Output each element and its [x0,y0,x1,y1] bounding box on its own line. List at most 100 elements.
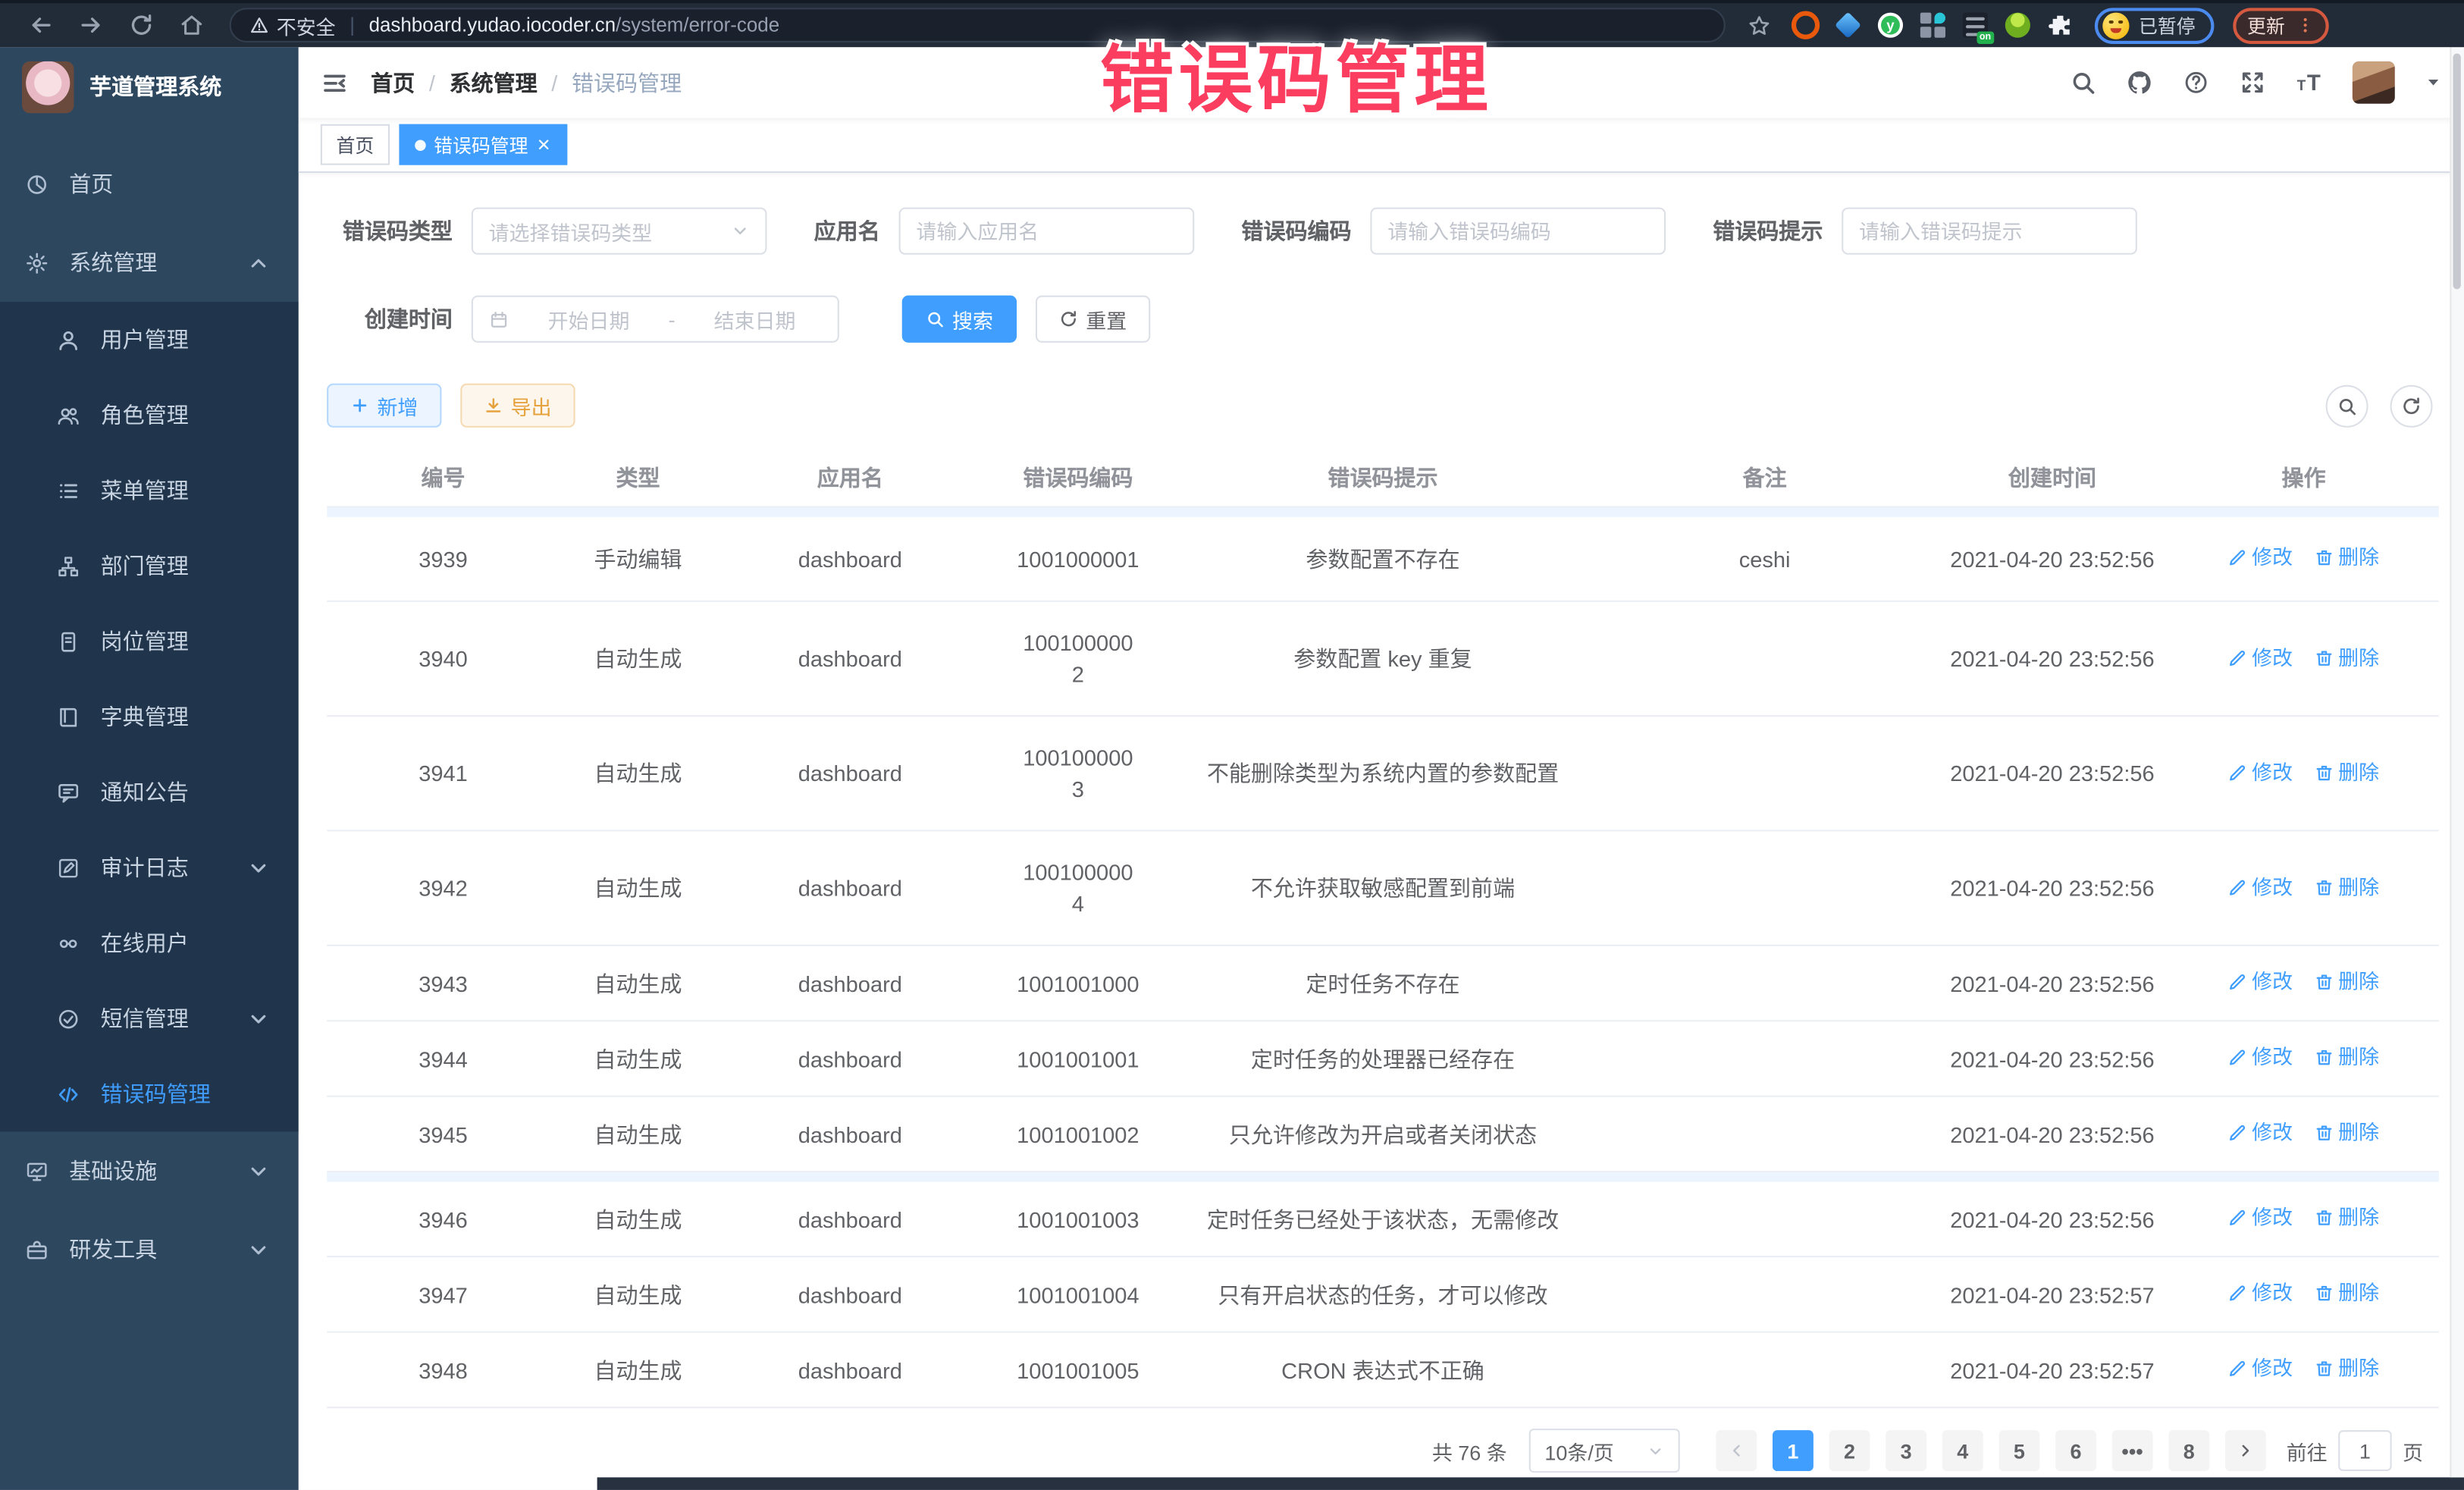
sidebar-item-menu[interactable]: 菜单管理 [0,453,299,528]
edit-icon [2228,548,2247,567]
extensions-puzzle-icon[interactable] [2048,13,2073,38]
gear-icon [25,251,49,274]
error-msg-input[interactable] [1842,208,2137,255]
sidebar-item-online[interactable]: 在线用户 [0,905,299,980]
site-security-warning[interactable]: 不安全 [250,10,336,39]
edit-link[interactable]: 修改 [2228,967,2293,998]
delete-link[interactable]: 删除 [2315,1278,2379,1309]
edit-link[interactable]: 修改 [2228,1042,2293,1073]
bookmark-star-icon[interactable] [1748,14,1771,37]
sidebar-collapse-icon[interactable] [321,68,349,96]
refresh-table-button[interactable] [2390,384,2433,427]
edit-link[interactable]: 修改 [2228,1278,2293,1309]
page-button-8[interactable]: 8 [2168,1430,2209,1471]
extension-grid-icon[interactable] [1920,13,1945,38]
date-range-picker[interactable]: 开始日期 - 结束日期 [472,296,839,343]
page-button-4[interactable]: 4 [1942,1430,1983,1471]
sidebar-item-error-code[interactable]: 错误码管理 [0,1056,299,1131]
browser-profile-chip[interactable]: 已暂停 [2095,7,2215,43]
start-date-placeholder[interactable]: 开始日期 [522,304,656,334]
tab-home[interactable]: 首页 [321,124,390,165]
reset-button[interactable]: 重置 [1036,296,1150,343]
delete-link[interactable]: 删除 [2315,642,2379,673]
export-button[interactable]: 导出 [460,384,575,428]
sidebar-item-dept[interactable]: 部门管理 [0,528,299,603]
edit-link[interactable]: 修改 [2228,542,2293,573]
edit-link[interactable]: 修改 [2228,1118,2293,1149]
fullscreen-icon[interactable] [2240,69,2266,96]
font-size-icon[interactable] [2296,69,2322,96]
filter-label-error-msg: 错误码提示 [1713,215,1842,246]
extension-person-icon[interactable] [2005,13,2030,38]
cell-type: 自动生成 [560,618,716,700]
page-scrollbar[interactable] [2450,47,2464,1477]
delete-link[interactable]: 删除 [2315,1118,2379,1149]
user-avatar[interactable] [2353,61,2395,104]
page-button-6[interactable]: 6 [2055,1430,2096,1471]
page-button-1[interactable]: 1 [1773,1430,1814,1471]
page-size-select[interactable]: 10条/页 [1529,1429,1680,1473]
address-bar[interactable]: 不安全 | dashboard.yudao.iocoder.cn/system/… [230,8,1726,42]
sidebar-item-home[interactable]: 首页 [0,145,299,224]
sidebar-item-notice[interactable]: 通知公告 [0,754,299,830]
sidebar-item-devtools[interactable]: 研发工具 [0,1210,299,1289]
toggle-search-button[interactable] [2326,384,2368,427]
breadcrumb-system[interactable]: 系统管理 [450,67,538,98]
prev-page-button[interactable] [1716,1430,1757,1471]
tab-error-code[interactable]: 错误码管理 [399,124,567,165]
goto-page-input[interactable] [2338,1430,2391,1471]
delete-link[interactable]: 删除 [2315,967,2379,998]
tab-close-icon[interactable] [536,136,552,152]
edit-link[interactable]: 修改 [2228,757,2293,788]
page-button-2[interactable]: 2 [1829,1430,1870,1471]
edit-link[interactable]: 修改 [2228,642,2293,673]
pagination-page-unit: 页 [2403,1435,2423,1465]
sidebar-item-sms[interactable]: 短信管理 [0,980,299,1056]
end-date-placeholder[interactable]: 结束日期 [688,304,822,334]
app-name-input[interactable] [899,208,1195,255]
search-button[interactable]: 搜索 [902,296,1017,343]
scrollbar-thumb[interactable] [2453,53,2460,289]
delete-link[interactable]: 删除 [2315,1042,2379,1073]
sidebar-item-post[interactable]: 岗位管理 [0,604,299,679]
sidebar-item-system[interactable]: 系统管理 [0,223,299,302]
sidebar-item-user[interactable]: 用户管理 [0,302,299,377]
browser-reload-icon[interactable] [129,13,154,38]
sidebar-item-audit[interactable]: 审计日志 [0,830,299,905]
edit-link[interactable]: 修改 [2228,1354,2293,1385]
edit-link[interactable]: 修改 [2228,1203,2293,1234]
more-pages-button[interactable]: ••• [2112,1430,2153,1471]
browser-back-icon[interactable] [28,13,53,38]
delete-link[interactable]: 删除 [2315,757,2379,788]
delete-link[interactable]: 删除 [2315,1203,2379,1234]
cell-remark [1594,1349,1936,1390]
error-code-input[interactable] [1370,208,1666,255]
extension-blue-gem-icon[interactable] [1835,13,1861,38]
browser-home-icon[interactable] [179,13,204,38]
browser-menu-dots-icon[interactable] [2296,16,2315,35]
sidebar-item-infra[interactable]: 基础设施 [0,1131,299,1210]
app-logo[interactable]: 芋道管理系统 [0,47,299,126]
page-button-3[interactable]: 3 [1886,1430,1926,1471]
help-icon[interactable] [2183,69,2209,96]
edit-link[interactable]: 修改 [2228,871,2293,902]
next-page-button[interactable] [2225,1430,2266,1471]
user-menu-caret-icon[interactable] [2425,74,2442,91]
page-button-5[interactable]: 5 [1998,1430,2039,1471]
sidebar-item-role[interactable]: 角色管理 [0,377,299,452]
delete-link[interactable]: 删除 [2315,542,2379,573]
browser-forward-icon[interactable] [79,13,104,38]
add-button[interactable]: 新增 [327,384,441,428]
extension-yudao-icon[interactable]: y [1878,13,1903,38]
breadcrumb-home[interactable]: 首页 [371,67,415,98]
header-search-icon[interactable] [2070,69,2096,96]
sidebar-item-dict[interactable]: 字典管理 [0,679,299,754]
delete-link[interactable]: 删除 [2315,871,2379,902]
delete-link[interactable]: 删除 [2315,1354,2379,1385]
extension-orange-ring-icon[interactable] [1793,13,1818,38]
chevron-right-icon [2236,1441,2255,1460]
error-type-select[interactable]: 请选择错误码类型 [472,208,767,255]
browser-update-button[interactable]: 更新 [2233,7,2328,43]
github-icon[interactable] [2126,69,2152,96]
extension-switcher-icon[interactable]: on [1963,13,1988,38]
